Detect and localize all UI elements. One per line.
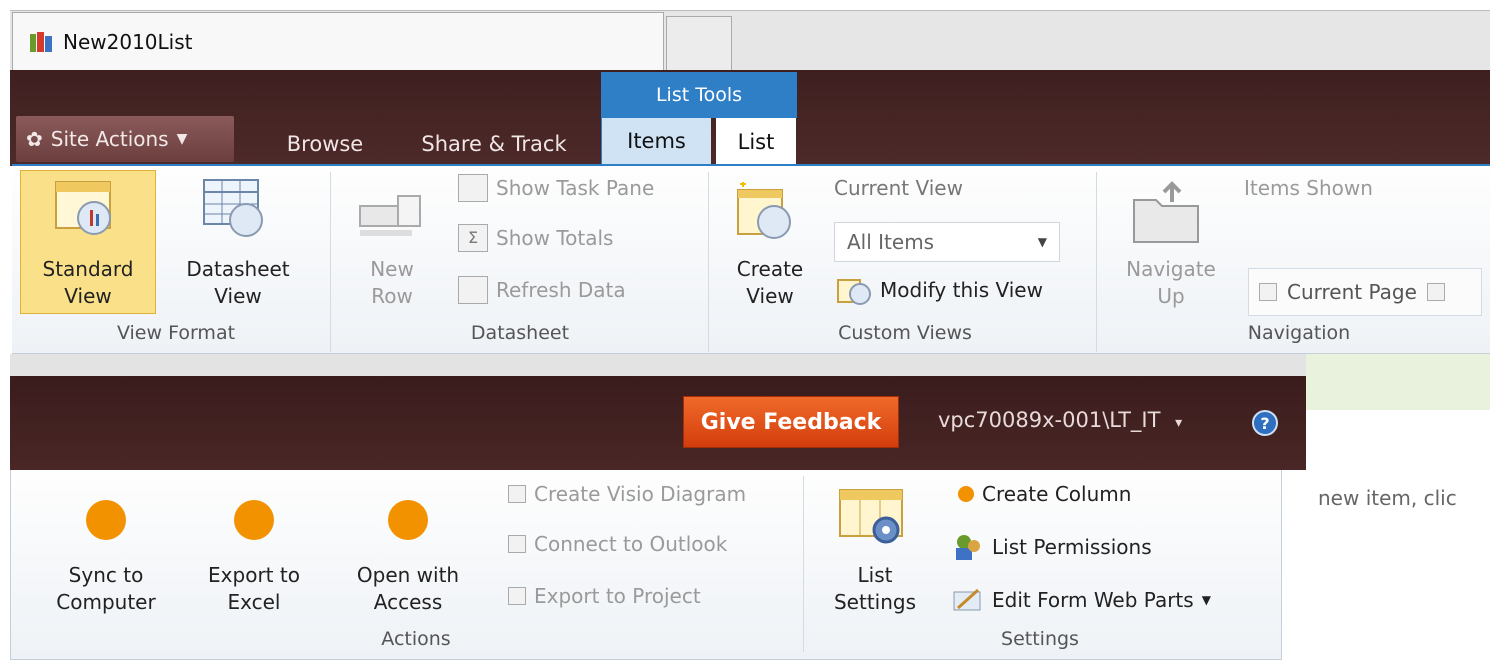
notification-strip bbox=[1306, 354, 1490, 410]
excel-icon bbox=[234, 500, 274, 540]
group-label-datasheet: Datasheet bbox=[470, 322, 570, 344]
list-settings-icon bbox=[839, 489, 903, 544]
list-app-icon bbox=[30, 32, 52, 52]
sync-icon bbox=[86, 500, 126, 540]
project-icon bbox=[508, 587, 526, 605]
chevron-down-icon: ▼ bbox=[1201, 593, 1211, 607]
task-pane-icon bbox=[458, 174, 488, 202]
page-icon bbox=[1259, 283, 1277, 301]
group-divider bbox=[708, 172, 709, 352]
datasheet-view-icon[interactable] bbox=[200, 176, 272, 242]
create-visio-diagram-button[interactable]: Create Visio Diagram bbox=[508, 482, 746, 506]
new-row-button[interactable]: New Row bbox=[352, 256, 432, 310]
items-shown-label: Items Shown bbox=[1244, 176, 1373, 200]
modify-view-button[interactable]: Modify this View bbox=[836, 274, 1043, 306]
standard-view-icon bbox=[55, 181, 111, 235]
group-label-navigation: Navigation bbox=[1247, 322, 1351, 344]
visio-icon bbox=[508, 485, 526, 503]
permissions-icon bbox=[956, 535, 980, 560]
group-label-settings: Settings bbox=[1001, 628, 1079, 650]
export-to-excel-button[interactable]: Export to Excel bbox=[190, 562, 318, 616]
give-feedback-button[interactable]: Give Feedback bbox=[683, 396, 899, 448]
page-background-strip bbox=[10, 354, 1306, 376]
list-permissions-button[interactable]: List Permissions bbox=[952, 532, 1152, 562]
site-actions-label: Site Actions bbox=[50, 127, 169, 151]
refresh-data-button[interactable]: Refresh Data bbox=[458, 276, 626, 304]
standard-view-label: Standard View bbox=[42, 257, 134, 308]
outlook-icon bbox=[508, 535, 526, 553]
browser-tab-title: New2010List bbox=[63, 30, 193, 54]
folder-up-icon bbox=[1133, 181, 1199, 243]
show-totals-button[interactable]: Σ Show Totals bbox=[458, 224, 613, 252]
export-to-project-button[interactable]: Export to Project bbox=[508, 584, 701, 608]
page-body-text: new item, clic bbox=[1318, 486, 1457, 510]
show-task-pane-button[interactable]: Show Task Pane bbox=[458, 174, 654, 202]
sigma-icon: Σ bbox=[458, 224, 488, 252]
tab-browse[interactable]: Browse bbox=[270, 124, 380, 164]
tab-items[interactable]: Items bbox=[601, 118, 711, 164]
list-tools-contextual-header: List Tools bbox=[601, 72, 797, 118]
current-view-dropdown[interactable]: All Items ▼ bbox=[834, 222, 1060, 262]
access-icon bbox=[388, 500, 428, 540]
page-icon bbox=[1426, 283, 1445, 301]
site-actions-menu[interactable]: ✿ Site Actions ▼ bbox=[16, 116, 234, 162]
create-view-button[interactable]: Create View bbox=[724, 256, 816, 310]
user-menu[interactable]: vpc70089x-001\LT_IT ▾ bbox=[938, 408, 1182, 432]
tab-list[interactable]: List bbox=[716, 118, 796, 166]
group-divider bbox=[330, 172, 331, 352]
modify-view-icon bbox=[837, 279, 871, 305]
browser-tab[interactable]: New2010List bbox=[12, 12, 664, 70]
user-name: vpc70089x-001\LT_IT bbox=[938, 408, 1161, 432]
connect-to-outlook-button[interactable]: Connect to Outlook bbox=[508, 532, 727, 556]
datasheet-view-button[interactable]: Datasheet View bbox=[176, 256, 300, 310]
tab-share-track[interactable]: Share & Track bbox=[408, 124, 580, 164]
group-label-actions: Actions bbox=[381, 628, 451, 650]
current-page-selector[interactable]: Current Page bbox=[1248, 268, 1482, 316]
edit-form-web-parts-button[interactable]: Edit Form Web Parts ▼ bbox=[952, 586, 1211, 614]
sync-to-computer-button[interactable]: Sync to Computer bbox=[40, 562, 172, 616]
navigate-up-button[interactable]: Navigate Up bbox=[1112, 256, 1230, 310]
chevron-down-icon: ▾ bbox=[1175, 415, 1183, 431]
create-column-icon bbox=[958, 486, 974, 502]
create-column-button[interactable]: Create Column bbox=[958, 482, 1131, 506]
edit-form-icon bbox=[953, 588, 981, 611]
list-settings-button[interactable]: List Settings bbox=[820, 562, 930, 616]
help-icon[interactable]: ? bbox=[1252, 410, 1278, 436]
group-divider bbox=[1096, 172, 1097, 352]
current-view-label: Current View bbox=[834, 176, 963, 200]
group-label-custom-views: Custom Views bbox=[838, 322, 972, 344]
group-label-view-format: View Format bbox=[116, 322, 236, 344]
chevron-down-icon: ▼ bbox=[176, 131, 188, 147]
chevron-down-icon: ▼ bbox=[1037, 235, 1047, 249]
new-row-icon bbox=[359, 195, 421, 236]
gear-icon: ✿ bbox=[26, 127, 43, 151]
create-view-icon bbox=[737, 182, 791, 239]
group-divider bbox=[803, 476, 804, 652]
new-tab-button[interactable] bbox=[666, 16, 732, 70]
open-with-access-button[interactable]: Open with Access bbox=[336, 562, 480, 616]
refresh-icon bbox=[458, 276, 488, 304]
